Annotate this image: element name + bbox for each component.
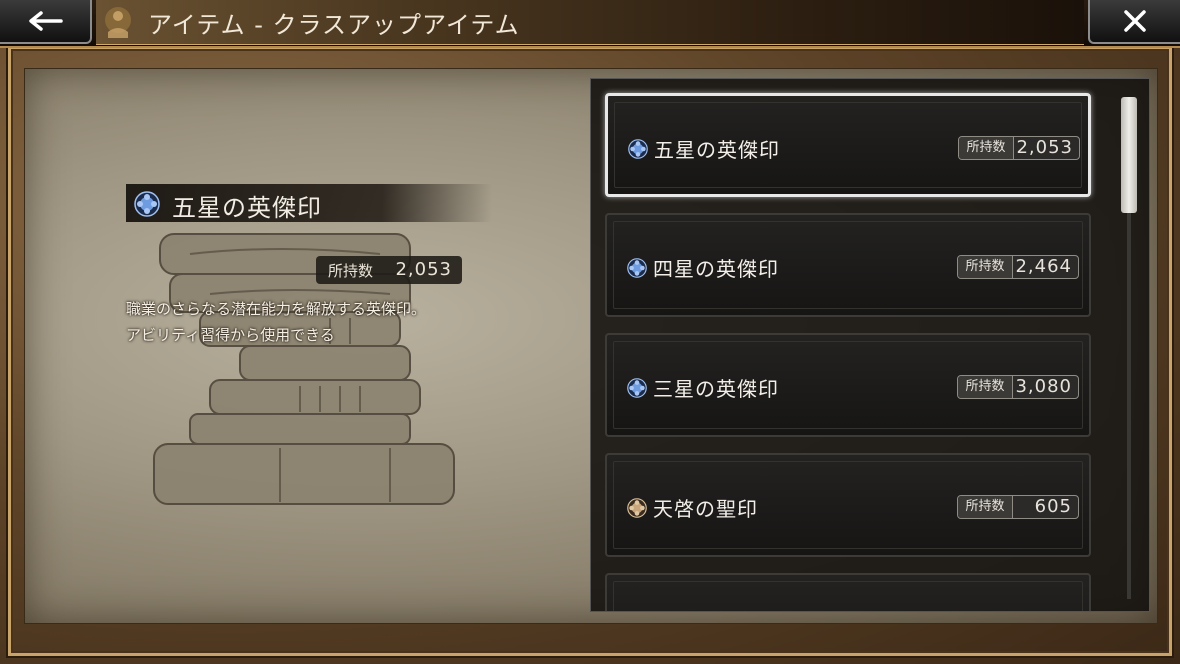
list-item[interactable]: 三星の英傑印 所持数 3,080 [605,333,1091,437]
list-item[interactable]: 四星の英傑印 所持数 2,464 [605,213,1091,317]
owned-value: 2,053 [1016,137,1073,158]
owned-count: 所持数 605 [957,495,1079,519]
page-title: アイテム - クラスアップアイテム [148,11,520,39]
back-button[interactable] [0,0,92,44]
detail-owned-count: 所持数 2,053 [316,256,462,284]
list-item[interactable]: 天啓の聖印 所持数 605 [605,453,1091,557]
detail-title-bar: 五星の英傑印 [126,184,492,222]
owned-label: 所持数 [958,256,1013,278]
description-line: 職業のさらなる潜在能力を解放する英傑印。 [126,300,427,318]
owned-count: 所持数 3,080 [957,375,1079,399]
item-list: 五星の英傑印 所持数 2,053 四星の英傑印 所持数 2,464 三星の英傑印… [590,78,1150,612]
owned-label: 所持数 [959,137,1014,159]
owned-label: 所持数 [958,376,1013,398]
item-name: 四星の英傑印 [653,257,779,281]
blue-gem-icon [628,139,648,159]
owned-value: 2,464 [1015,256,1072,277]
owned-label: 所持数 [328,262,374,280]
owned-count: 所持数 2,464 [957,255,1079,279]
owned-value: 605 [1034,496,1072,517]
owned-value: 3,080 [1015,376,1072,397]
list-item-partial[interactable] [605,573,1091,611]
scrollbar-thumb[interactable] [1121,97,1137,213]
close-icon [1124,10,1146,32]
item-description: 職業のさらなる潜在能力を解放する英傑印。 アビリティ習得から使用できる [126,296,566,348]
emblem-icon [105,7,131,38]
blue-gem-icon [134,191,160,217]
top-bar: アイテム - クラスアップアイテム [0,0,1180,48]
list-item[interactable]: 五星の英傑印 所持数 2,053 [605,93,1091,197]
blue-gem-icon [627,258,647,278]
owned-value: 2,053 [395,259,452,280]
item-name: 三星の英傑印 [653,377,779,401]
detail-item-name: 五星の英傑印 [172,194,322,222]
item-name: 天啓の聖印 [653,497,758,521]
blue-gem-icon [627,378,647,398]
back-arrow-icon [29,11,63,31]
title-plate: アイテム - クラスアップアイテム [96,0,1084,45]
owned-count: 所持数 2,053 [958,136,1080,160]
item-name: 五星の英傑印 [654,138,780,162]
owned-label: 所持数 [958,496,1013,518]
description-line: アビリティ習得から使用できる [126,326,335,344]
close-button[interactable] [1088,0,1180,44]
bronze-gem-icon [627,498,647,518]
